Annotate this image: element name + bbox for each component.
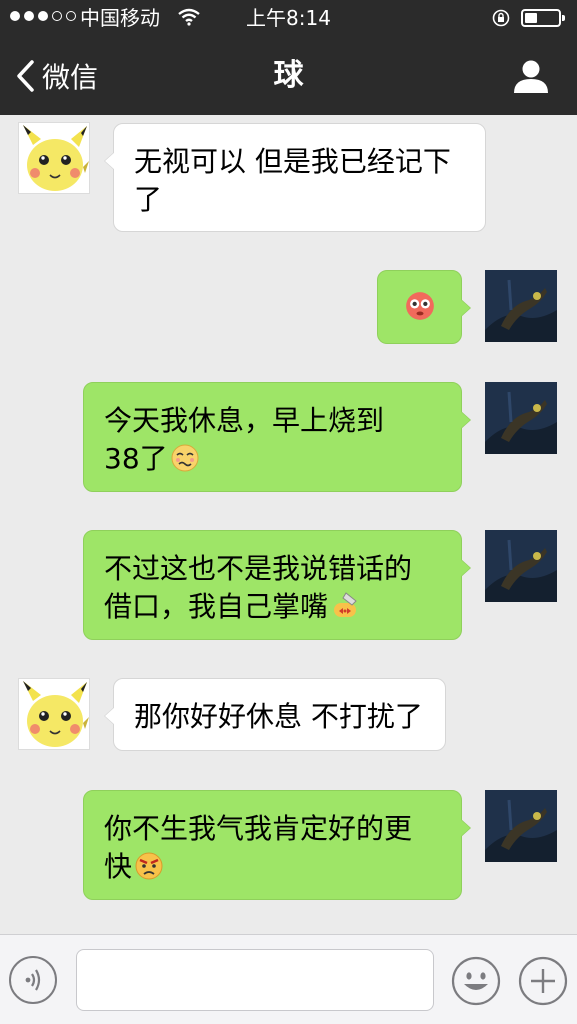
contact-avatar[interactable] <box>18 678 90 750</box>
plus-icon[interactable] <box>518 956 568 1006</box>
message-bubble-outgoing[interactable]: 今天我休息，早上烧到 38了 <box>83 382 471 492</box>
back-label: 微信 <box>42 61 99 94</box>
message-input[interactable] <box>76 949 434 1011</box>
message-bubble-outgoing[interactable] <box>377 270 471 344</box>
battery-icon <box>521 9 565 27</box>
message-bubble-outgoing[interactable]: 不过这也不是我说错话的 借口，我自己掌嘴 <box>83 530 471 640</box>
flushed-emoji-icon <box>405 292 434 320</box>
sick-emoji-icon <box>171 444 199 472</box>
my-avatar[interactable] <box>485 790 557 862</box>
my-avatar[interactable] <box>485 270 557 342</box>
status-time: 上午8:14 <box>246 6 331 30</box>
message-text: 快 <box>104 850 133 883</box>
message-text: 了 <box>134 183 163 216</box>
message-text: 无视可以 但是我已经记下 <box>134 145 451 178</box>
back-button[interactable]: 微信 <box>14 56 98 96</box>
my-avatar[interactable] <box>485 530 557 602</box>
voice-button[interactable] <box>9 956 57 1004</box>
header: 中国移动 上午8:14 微信 球 <box>0 0 577 115</box>
input-bar <box>0 934 577 1024</box>
person-icon[interactable] <box>512 58 550 94</box>
smiley-icon[interactable] <box>451 956 501 1006</box>
message-text: 你不生我气我肯定好的更 <box>104 812 413 845</box>
message-text: 今天我休息，早上烧到 <box>104 404 385 437</box>
chevron-left-icon <box>17 60 34 92</box>
my-avatar[interactable] <box>485 382 557 454</box>
voice-icon <box>25 969 41 991</box>
contact-avatar[interactable] <box>18 122 90 194</box>
message-bubble-incoming[interactable]: 那你好好休息 不打扰了 <box>104 678 446 751</box>
angry-emoji-icon <box>135 852 163 880</box>
slap-emoji-icon <box>334 592 357 617</box>
message-text: 那你好好休息 不打扰了 <box>134 700 423 733</box>
status-bar: 中国移动 上午8:14 <box>0 0 577 36</box>
message-text: 38了 <box>104 442 168 475</box>
message-text: 借口，我自己掌嘴 <box>104 590 329 623</box>
message-bubble-outgoing[interactable]: 你不生我气我肯定好的更 快 <box>83 790 471 900</box>
message-bubble-incoming[interactable]: 无视可以 但是我已经记下 了 <box>104 123 486 232</box>
rotation-lock-icon <box>492 9 510 27</box>
message-text: 不过这也不是我说错话的 <box>104 552 413 585</box>
nav-bar: 微信 球 <box>0 40 577 115</box>
